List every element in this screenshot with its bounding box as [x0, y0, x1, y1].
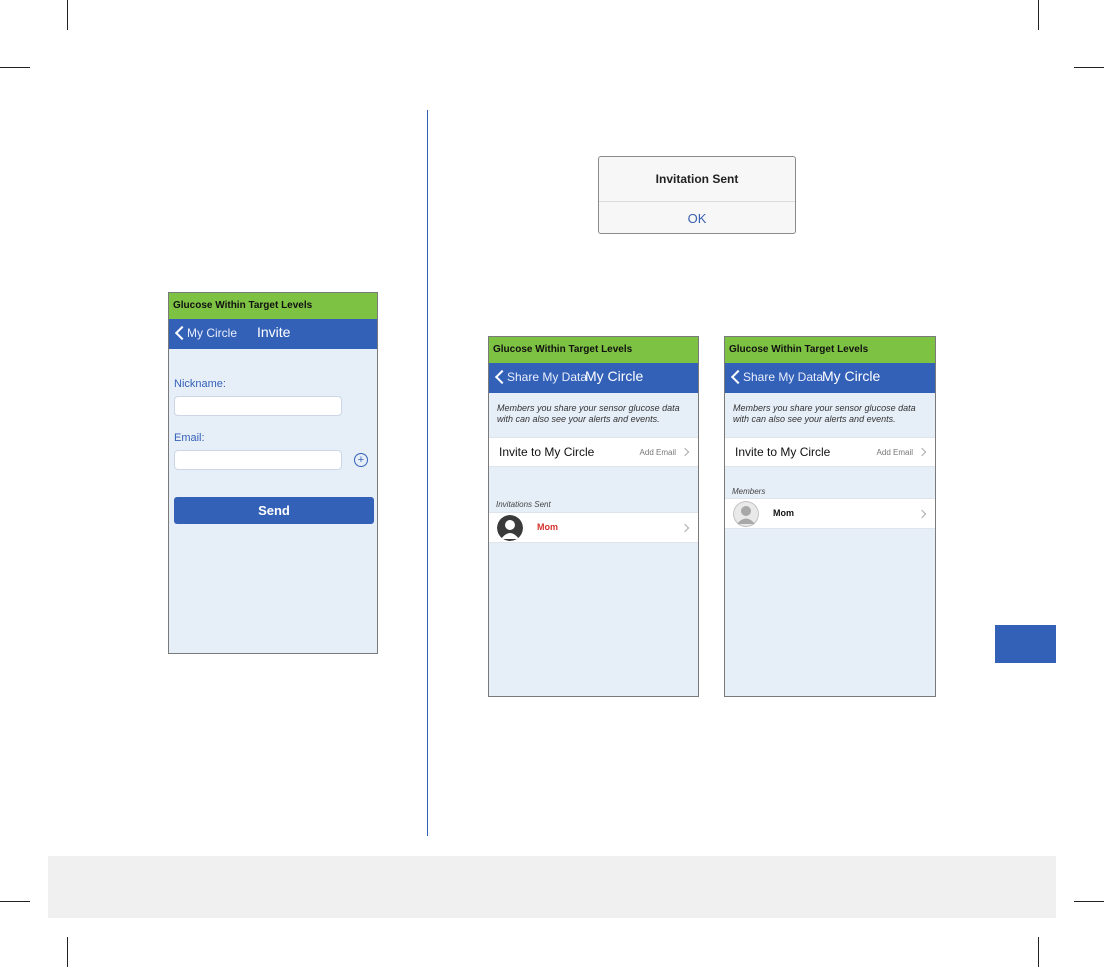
alert-title: Invitation Sent — [655, 172, 739, 186]
nav-bar: Share My Data My Circle — [489, 363, 698, 393]
alert-ok-button[interactable]: OK — [599, 211, 795, 226]
circle-description: Members you share your sensor glucose da… — [497, 403, 680, 424]
crop-mark-top-left-h — [0, 67, 30, 68]
back-button[interactable]: Share My Data — [507, 370, 587, 384]
chevron-right-icon — [917, 447, 927, 457]
my-circle-members-screen: Glucose Within Target Levels Share My Da… — [724, 336, 936, 697]
members-header: Members — [732, 487, 766, 496]
send-button[interactable]: Send — [174, 497, 374, 524]
invitations-sent-header: Invitations Sent — [496, 500, 551, 509]
avatar-icon — [497, 515, 523, 541]
nav-bar: My Circle Invite — [169, 319, 377, 349]
invitation-sent-alert: Invitation Sent OK — [598, 156, 796, 234]
nickname-input[interactable] — [174, 396, 342, 416]
invite-to-my-circle-label: Invite to My Circle — [499, 445, 595, 459]
screen-title: Invite — [257, 324, 291, 340]
alert-separator — [599, 201, 795, 202]
nickname-label: Nickname: — [174, 378, 226, 390]
email-input[interactable] — [174, 450, 342, 470]
my-circle-pending-screen: Glucose Within Target Levels Share My Da… — [488, 336, 699, 697]
member-name: Mom — [773, 508, 794, 518]
chevron-right-icon — [680, 447, 690, 457]
crop-mark-top-right-h — [1074, 67, 1104, 68]
status-bar: Glucose Within Target Levels — [169, 293, 377, 319]
member-name: Mom — [537, 522, 558, 532]
chevron-right-icon — [680, 523, 690, 533]
member-row[interactable]: Mom — [489, 512, 698, 543]
column-divider — [427, 110, 428, 836]
crop-mark-top-right-v — [1038, 0, 1039, 30]
member-row[interactable]: Mom — [725, 498, 935, 529]
status-bar: Glucose Within Target Levels — [725, 337, 935, 363]
crop-mark-bottom-right-v — [1038, 937, 1039, 967]
screen-title: My Circle — [585, 368, 644, 384]
invite-to-my-circle-label: Invite to My Circle — [735, 445, 831, 459]
add-email-label: Add Email — [639, 448, 676, 457]
invite-to-my-circle-row[interactable]: Invite to My Circle Add Email — [489, 437, 698, 467]
add-email-label: Add Email — [876, 448, 913, 457]
crop-mark-bottom-left-v — [67, 937, 68, 967]
crop-mark-top-left-v — [67, 0, 68, 30]
nav-bar: Share My Data My Circle — [725, 363, 935, 393]
screen-title: My Circle — [822, 368, 881, 384]
chevron-right-icon — [917, 509, 927, 519]
plus-circle-icon[interactable]: + — [354, 453, 368, 467]
crop-mark-bottom-right-h — [1074, 901, 1104, 902]
back-button[interactable]: My Circle — [187, 326, 237, 340]
invite-to-my-circle-row[interactable]: Invite to My Circle Add Email — [725, 437, 935, 467]
invite-screen: Glucose Within Target Levels My Circle I… — [168, 292, 378, 654]
chapter-tab-marker — [995, 625, 1056, 663]
circle-description: Members you share your sensor glucose da… — [733, 403, 916, 424]
avatar-icon — [733, 501, 759, 527]
footer-band — [48, 856, 1056, 918]
crop-mark-bottom-left-h — [0, 901, 30, 902]
status-bar: Glucose Within Target Levels — [489, 337, 698, 363]
email-label: Email: — [174, 432, 205, 444]
back-button[interactable]: Share My Data — [743, 370, 823, 384]
